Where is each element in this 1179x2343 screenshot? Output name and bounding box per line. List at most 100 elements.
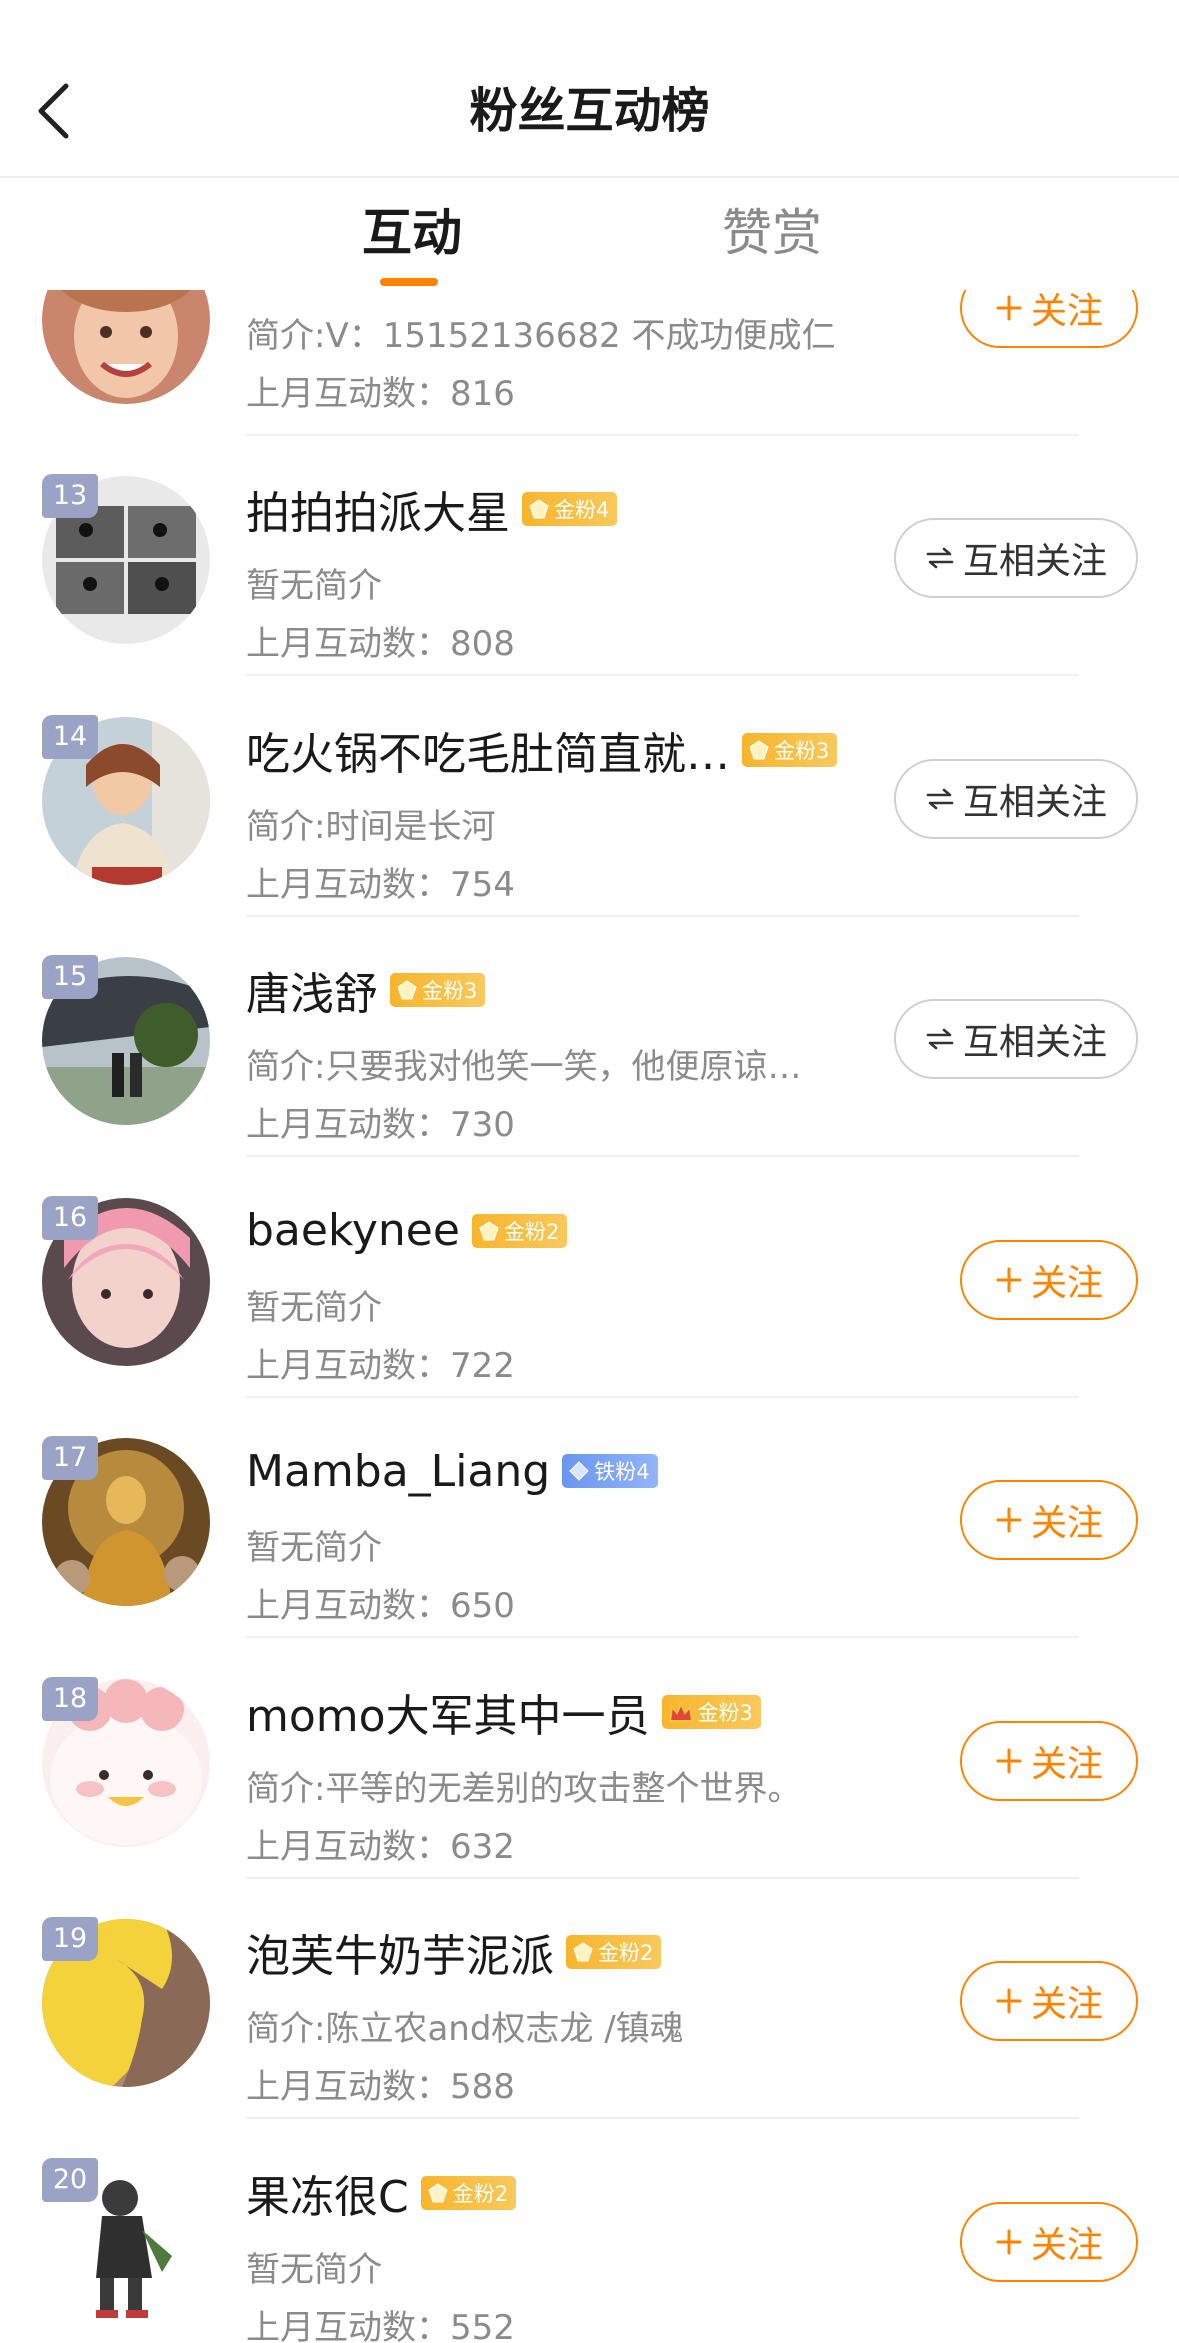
- crown-icon: [668, 1701, 694, 1723]
- user-name[interactable]: 吃火锅不吃毛肚简直就…: [246, 718, 730, 782]
- user-name[interactable]: 拍拍拍派大星: [246, 477, 510, 541]
- user-name[interactable]: Mamba_Liang: [246, 1446, 550, 1497]
- user-name[interactable]: 唐浅舒: [246, 958, 378, 1022]
- list-item[interactable]: 16 baekynee 金粉2 暂无简介 上月互动数：722 关注: [0, 1158, 1179, 1398]
- name-line: 果冻很C 金粉2: [246, 2161, 517, 2225]
- mutual-follow-button[interactable]: 互相关注: [894, 999, 1138, 1079]
- user-bio: 简介:平等的无差别的攻击整个世界。: [246, 1768, 802, 1809]
- interaction-count: 上月互动数：754: [246, 864, 515, 905]
- fan-level-label: 金粉2: [598, 1941, 654, 1965]
- gem-icon: [748, 739, 770, 761]
- list-item[interactable]: 简介:V：15152136682 不成功便成仁 上月互动数：816 关注: [0, 290, 1179, 436]
- fan-level-label: 金粉2: [503, 1219, 560, 1244]
- name-line: baekynee 金粉2: [246, 1200, 568, 1262]
- gem-icon: [572, 1941, 594, 1963]
- plus-icon: [995, 1266, 1023, 1294]
- list-item[interactable]: 20 果冻很C 金粉2 暂无简介 上月互动数：552 关注: [0, 2120, 1179, 2343]
- fan-level-badge: 金粉2: [420, 2175, 517, 2210]
- fan-list[interactable]: 简介:V：15152136682 不成功便成仁 上月互动数：816 关注 13 …: [0, 290, 1179, 2343]
- plus-icon: [995, 1747, 1023, 1775]
- swap-arrows-icon: [925, 545, 955, 571]
- interaction-count: 上月互动数：808: [246, 624, 515, 664]
- user-bio: 简介:陈立农and权志龙 /镇魂: [246, 2009, 684, 2049]
- follow-button[interactable]: 关注: [960, 290, 1138, 348]
- follow-button-label: 关注: [1030, 1984, 1103, 2025]
- plus-icon: [995, 1987, 1023, 2015]
- follow-button-label: 互相关注: [962, 1022, 1107, 1063]
- user-name[interactable]: 果冻很C: [246, 2161, 409, 2225]
- name-line: Mamba_Liang 铁粉4: [246, 1440, 658, 1502]
- fan-level-label: 金粉3: [697, 1700, 753, 1725]
- fan-level-badge: 金粉3: [661, 1694, 761, 1729]
- rank-badge: 18: [42, 1676, 98, 1721]
- avatar[interactable]: [42, 290, 210, 404]
- fan-level-label: 金粉3: [774, 738, 830, 763]
- follow-button-label: 关注: [1030, 2224, 1103, 2266]
- follow-button[interactable]: 关注: [960, 1239, 1138, 1320]
- name-line: 唐浅舒 金粉3: [246, 958, 486, 1022]
- follow-button-label: 关注: [1030, 1262, 1103, 1304]
- interaction-count: 上月互动数：816: [246, 374, 515, 414]
- list-item[interactable]: 13 拍拍拍派大星 金粉4 暂无简介 上月互动数：808 互相关注: [0, 436, 1179, 676]
- interaction-count: 上月互动数：650: [246, 1586, 515, 1626]
- user-bio: 暂无简介: [246, 1528, 382, 1568]
- fan-level-badge: 金粉4: [522, 492, 618, 526]
- swap-arrows-icon: [925, 1026, 955, 1052]
- list-item[interactable]: 18 momo大军其中一员 金粉3 简介:平等的无差别的攻击整个世界。 上月互动…: [0, 1639, 1179, 1879]
- interaction-count: 上月互动数：632: [246, 1826, 515, 1867]
- rank-badge: 16: [42, 1195, 98, 1240]
- mutual-follow-button[interactable]: 互相关注: [894, 518, 1138, 598]
- follow-button-label: 关注: [1030, 1743, 1103, 1785]
- fan-level-label: 金粉4: [554, 498, 610, 522]
- fan-level-badge: 金粉2: [471, 1213, 568, 1248]
- active-tab-indicator: [380, 278, 438, 286]
- list-item[interactable]: 19 泡芙牛奶芋泥派 金粉2 简介:陈立农and权志龙 /镇魂 上月互动数：58…: [0, 1879, 1179, 2119]
- fan-level-label: 金粉3: [422, 979, 478, 1003]
- list-item[interactable]: 14 吃火锅不吃毛肚简直就… 金粉3 简介:时间是长河 上月互动数：754 互相…: [0, 677, 1179, 917]
- follow-button[interactable]: 关注: [960, 1961, 1138, 2041]
- diamond-icon: [568, 1460, 590, 1482]
- user-bio: 简介:时间是长河: [246, 806, 496, 847]
- tab-reward[interactable]: 赞赏: [722, 200, 822, 266]
- user-bio: 简介:只要我对他笑一笑，他便原谅…: [246, 1047, 802, 1087]
- tab-interaction[interactable]: 互动: [362, 200, 462, 266]
- swap-arrows-icon: [925, 786, 955, 812]
- gem-icon: [396, 979, 418, 1001]
- gem-icon: [427, 2182, 449, 2204]
- interaction-count: 上月互动数：730: [246, 1105, 515, 1145]
- top-bar: 粉丝互动榜: [0, 0, 1179, 178]
- plus-icon: [995, 294, 1023, 322]
- interaction-count: 上月互动数：552: [246, 2307, 515, 2343]
- user-name[interactable]: 泡芙牛奶芋泥派: [246, 1920, 554, 1984]
- name-line: 拍拍拍派大星 金粉4: [246, 477, 618, 541]
- follow-button[interactable]: 关注: [960, 2201, 1138, 2282]
- user-bio: 简介:V：15152136682 不成功便成仁: [246, 316, 836, 356]
- user-name[interactable]: momo大军其中一员: [246, 1680, 650, 1744]
- follow-button-label: 互相关注: [962, 781, 1107, 823]
- follow-button-label: 关注: [1030, 1503, 1103, 1544]
- follow-button[interactable]: 关注: [960, 1720, 1138, 1801]
- rank-badge: 15: [42, 955, 98, 999]
- fan-level-badge: 铁粉4: [562, 1454, 658, 1488]
- plus-icon: [995, 1506, 1023, 1534]
- page-title: 粉丝互动榜: [469, 83, 710, 139]
- fan-level-badge: 金粉3: [390, 973, 486, 1007]
- fan-level-label: 金粉2: [452, 2181, 509, 2206]
- list-item[interactable]: 17 Mamba_Liang 铁粉4 暂无简介 上月互动数：650 关注: [0, 1398, 1179, 1638]
- interaction-count: 上月互动数：722: [246, 1345, 515, 1386]
- follow-button-label: 关注: [1030, 291, 1103, 332]
- fan-level-label: 铁粉4: [594, 1460, 650, 1484]
- mutual-follow-button[interactable]: 互相关注: [894, 758, 1138, 839]
- tab-bar: 互动 赞赏: [0, 180, 1179, 290]
- gem-icon: [528, 498, 550, 520]
- user-name[interactable]: baekynee: [246, 1205, 460, 1256]
- gem-icon: [478, 1220, 500, 1242]
- name-line: 吃火锅不吃毛肚简直就… 金粉3: [246, 718, 838, 782]
- fan-level-badge: 金粉3: [742, 732, 838, 767]
- plus-icon: [995, 2228, 1023, 2256]
- follow-button-label: 互相关注: [962, 541, 1107, 582]
- user-bio: 暂无简介: [246, 1287, 382, 1328]
- rank-badge: 19: [42, 1917, 98, 1961]
- follow-button[interactable]: 关注: [960, 1480, 1138, 1560]
- list-item[interactable]: 15 唐浅舒 金粉3 简介:只要我对他笑一笑，他便原谅… 上月互动数：730 互…: [0, 917, 1179, 1157]
